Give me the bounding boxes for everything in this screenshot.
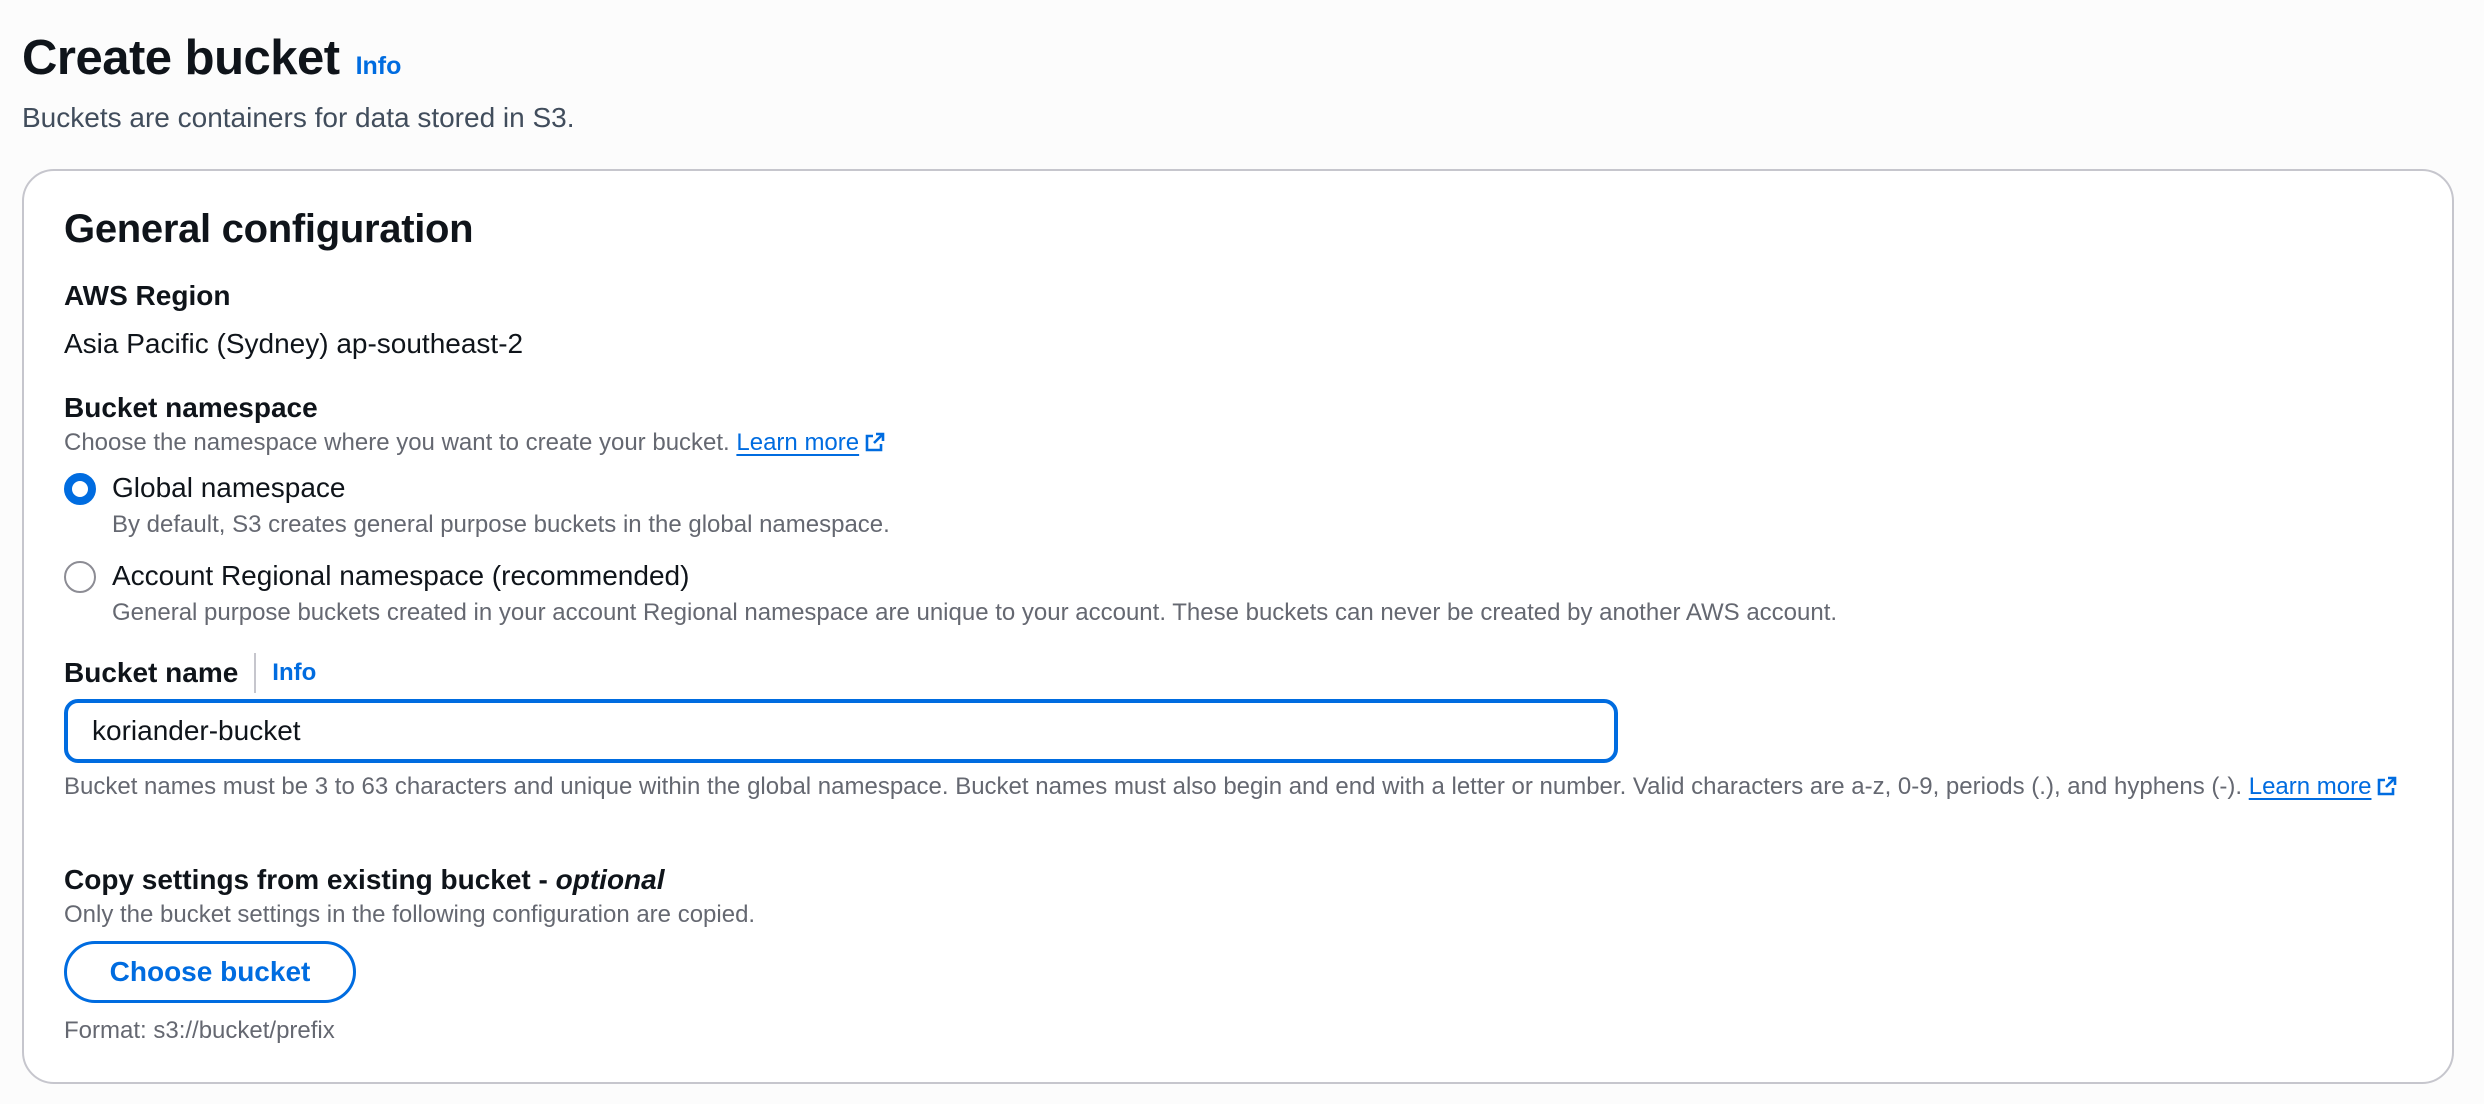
copy-settings-label-text: Copy settings from existing bucket -	[64, 864, 556, 895]
account-regional-namespace-radio[interactable]	[64, 561, 96, 593]
label-divider	[254, 653, 257, 693]
namespace-description-row: Choose the namespace where you want to c…	[64, 427, 885, 459]
page-header: Create bucket Info Buckets are container…	[22, 28, 575, 134]
bucket-name-constraint: Bucket names must be 3 to 63 characters …	[64, 771, 2434, 803]
bucket-name-label: Bucket name	[64, 657, 239, 688]
account-regional-namespace-label[interactable]: Account Regional namespace (recommended)	[112, 559, 689, 593]
bucket-name-info-link[interactable]: Info	[272, 659, 316, 687]
format-hint: Format: s3://bucket/prefix	[64, 1017, 335, 1044]
account-regional-namespace-description: General purpose buckets created in your …	[112, 599, 1838, 626]
external-link-icon	[2378, 776, 2397, 796]
page-description: Buckets are containers for data stored i…	[22, 102, 575, 133]
page-title: Create bucket	[22, 31, 340, 85]
bucket-name-label-row: Bucket name Info	[64, 653, 316, 693]
optional-tag: optional	[555, 864, 665, 895]
region-label: AWS Region	[64, 280, 231, 311]
general-configuration-panel: General configuration AWS Region Asia Pa…	[22, 169, 2454, 1084]
global-namespace-radio[interactable]	[64, 473, 96, 505]
bucket-name-learn-more-label: Learn more	[2248, 773, 2372, 800]
bucket-name-constraint-text: Bucket names must be 3 to 63 characters …	[64, 773, 2243, 800]
namespace-learn-more-label: Learn more	[736, 429, 860, 456]
section-title: General configuration	[64, 207, 474, 251]
copy-settings-label: Copy settings from existing bucket - opt…	[64, 863, 665, 897]
external-link-icon	[865, 432, 885, 452]
namespace-label: Bucket namespace	[64, 392, 318, 423]
title-row: Create bucket Info	[22, 28, 575, 88]
namespace-description: Choose the namespace where you want to c…	[64, 429, 730, 456]
global-namespace-label[interactable]: Global namespace	[112, 471, 345, 505]
choose-bucket-button[interactable]: Choose bucket	[64, 941, 356, 1003]
global-namespace-description: By default, S3 creates general purpose b…	[112, 511, 890, 538]
bucket-name-input[interactable]	[64, 699, 1618, 763]
copy-settings-description: Only the bucket settings in the followin…	[64, 901, 756, 928]
namespace-learn-more-link[interactable]: Learn more	[736, 429, 885, 456]
region-value: Asia Pacific (Sydney) ap-southeast-2	[64, 328, 524, 359]
bucket-name-learn-more-link[interactable]: Learn more	[2249, 773, 2398, 800]
page-info-link[interactable]: Info	[356, 52, 402, 81]
